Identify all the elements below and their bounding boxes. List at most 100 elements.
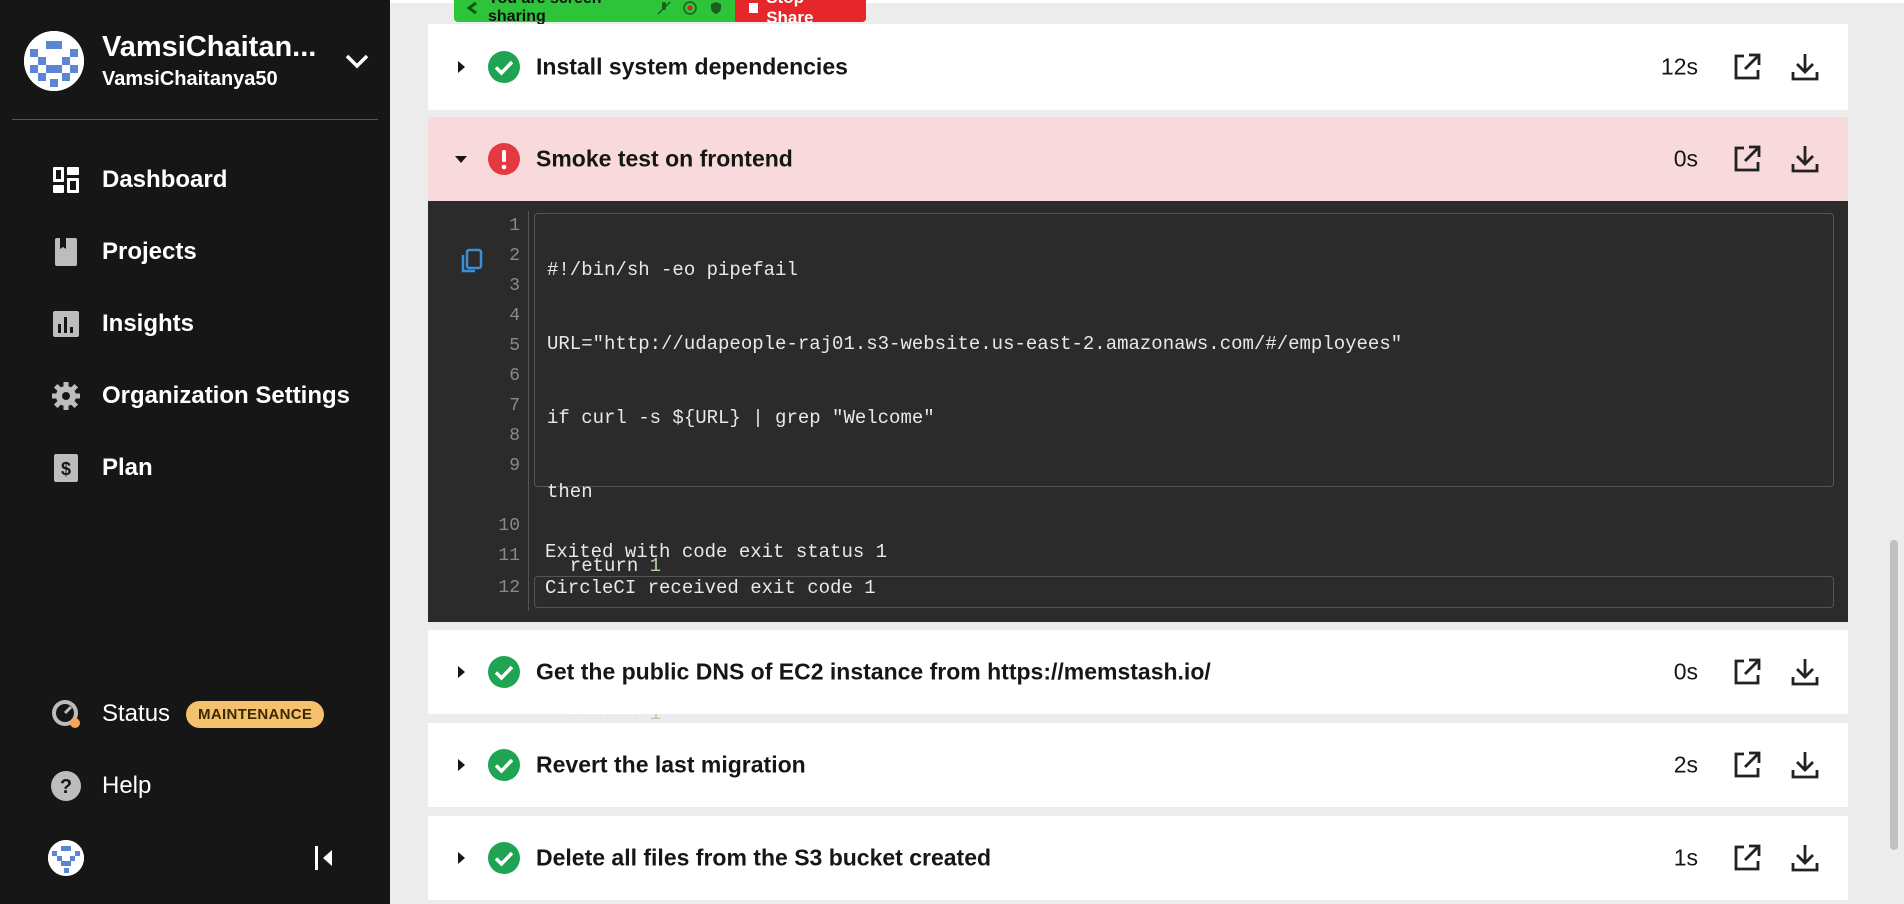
step-smoke-test-on-frontend[interactable]: Smoke test on frontend 0s	[428, 117, 1848, 201]
step-title: Smoke test on frontend	[536, 145, 793, 172]
gutter-separator	[528, 211, 529, 611]
open-external-icon[interactable]	[1732, 843, 1762, 873]
sidebar-item-organization-settings[interactable]: Organization Settings	[50, 376, 350, 416]
step-title: Install system dependencies	[536, 53, 848, 80]
step-install-system-dependencies[interactable]: Install system dependencies 12s	[428, 24, 1848, 110]
user-avatar[interactable]	[48, 840, 84, 876]
line-number: 3	[509, 276, 520, 296]
org-text: VamsiChaitan... VamsiChaitanya50	[102, 31, 340, 91]
status-badge: MAINTENANCE	[186, 700, 325, 728]
step-title: Delete all files from the S3 bucket crea…	[536, 844, 992, 871]
line-number: 1	[509, 216, 520, 236]
code-line: if curl -s ${URL} | grep "Welcome"	[547, 407, 935, 429]
line-number: 8	[509, 426, 520, 446]
step-duration: 0s	[1673, 145, 1698, 172]
sidebar-item-label: Organization Settings	[102, 382, 351, 409]
sidebar-item-label: Dashboard	[102, 166, 228, 193]
sidebar-divider	[12, 119, 378, 120]
caret-down-icon[interactable]	[454, 152, 468, 166]
sidebar-item-label: Insights	[102, 310, 195, 337]
screen-share-banner: You are screen sharing Stop Share	[454, 0, 866, 27]
speedometer-icon	[50, 698, 82, 730]
sidebar-item-status[interactable]: Status MAINTENANCE	[50, 694, 325, 734]
main-content: You are screen sharing Stop Share Instal…	[390, 0, 1904, 904]
dashboard-icon	[50, 164, 82, 196]
code-line: then	[547, 481, 593, 503]
sidebar-item-label: Status	[102, 700, 171, 727]
line-number: 10	[498, 516, 520, 536]
stop-square-icon	[748, 3, 759, 13]
caret-right-icon[interactable]	[454, 665, 468, 679]
sidebar-item-insights[interactable]: Insights	[50, 304, 194, 344]
share-icons	[657, 1, 723, 15]
caret-right-icon[interactable]	[454, 851, 468, 865]
line-number: 2	[509, 246, 520, 266]
caret-right-icon[interactable]	[454, 60, 468, 74]
download-icon[interactable]	[1790, 750, 1820, 780]
caret-right-icon[interactable]	[454, 758, 468, 772]
output-line-11: Exited with code exit status 1	[545, 541, 888, 563]
download-icon[interactable]	[1790, 657, 1820, 687]
line-number: 6	[509, 366, 520, 386]
sidebar: VamsiChaitan... VamsiChaitanya50 Dashboa…	[0, 0, 390, 904]
collapse-sidebar-icon[interactable]	[312, 843, 336, 873]
bookmark-icon	[50, 236, 82, 268]
sidebar-item-label: Help	[102, 772, 152, 799]
bar-chart-icon	[50, 308, 82, 340]
copy-icon[interactable]	[458, 247, 486, 275]
share-back-icon	[464, 1, 478, 15]
org-avatar	[24, 31, 84, 91]
open-external-icon[interactable]	[1732, 144, 1762, 174]
code-line: URL="http://udapeople-raj01.s3-website.u…	[547, 333, 1403, 355]
step-log-output: 1 2 3 4 5 6 7 8 9 10 11 12 #!/bin/sh -eo…	[428, 201, 1848, 799]
download-icon[interactable]	[1790, 52, 1820, 82]
chevron-down-icon[interactable]	[340, 44, 374, 78]
shield-icon[interactable]	[709, 1, 723, 15]
record-icon[interactable]	[682, 1, 697, 15]
success-check-icon	[488, 749, 520, 781]
step-duration: 1s	[1673, 844, 1698, 871]
stop-share-button[interactable]: Stop Share	[734, 0, 866, 27]
line-number: 11	[498, 546, 520, 566]
mic-off-icon[interactable]	[657, 1, 671, 15]
step-duration: 12s	[1660, 53, 1698, 80]
app-root: VamsiChaitan... VamsiChaitanya50 Dashboa…	[0, 0, 1904, 904]
download-icon[interactable]	[1790, 144, 1820, 174]
help-icon: ?	[50, 770, 82, 802]
org-username: VamsiChaitanya50	[102, 68, 278, 90]
sidebar-item-label: Projects	[102, 238, 197, 265]
step-delete-s3-files[interactable]: Delete all files from the S3 bucket crea…	[428, 816, 1848, 900]
org-name: VamsiChaitan...	[102, 31, 317, 63]
screen-share-message: You are screen sharing	[488, 0, 602, 25]
line-number: 5	[509, 336, 520, 356]
page-scrollbar[interactable]	[1890, 540, 1898, 850]
org-switcher[interactable]: VamsiChaitan... VamsiChaitanya50	[24, 30, 374, 92]
open-external-icon[interactable]	[1732, 657, 1762, 687]
gear-icon	[50, 380, 82, 412]
success-check-icon	[488, 656, 520, 688]
line-spacer	[488, 481, 520, 511]
output-line-12: CircleCI received exit code 1	[545, 577, 876, 599]
download-icon[interactable]	[1790, 843, 1820, 873]
line-number: 9	[509, 456, 520, 476]
sidebar-item-dashboard[interactable]: Dashboard	[50, 160, 227, 200]
line-number: 4	[509, 306, 520, 326]
sidebar-item-projects[interactable]: Projects	[50, 232, 197, 272]
line-number: 12	[498, 578, 520, 598]
step-revert-last-migration[interactable]: Revert the last migration 2s	[428, 723, 1848, 807]
sidebar-item-help[interactable]: ? Help	[50, 766, 151, 806]
dollar-icon: $	[50, 452, 82, 484]
error-alert-icon	[488, 143, 520, 175]
step-get-public-dns[interactable]: Get the public DNS of EC2 instance from …	[428, 630, 1848, 714]
open-external-icon[interactable]	[1732, 750, 1762, 780]
step-duration: 2s	[1673, 751, 1698, 778]
step-title: Revert the last migration	[536, 751, 806, 778]
success-check-icon	[488, 51, 520, 83]
svg-text:?: ?	[60, 776, 72, 798]
line-numbers: 1 2 3 4 5 6 7 8 9 10 11 12	[488, 211, 520, 603]
open-external-icon[interactable]	[1732, 52, 1762, 82]
svg-text:$: $	[61, 459, 71, 479]
step-duration: 0s	[1673, 658, 1698, 685]
sidebar-item-plan[interactable]: $ Plan	[50, 448, 153, 488]
success-check-icon	[488, 842, 520, 874]
